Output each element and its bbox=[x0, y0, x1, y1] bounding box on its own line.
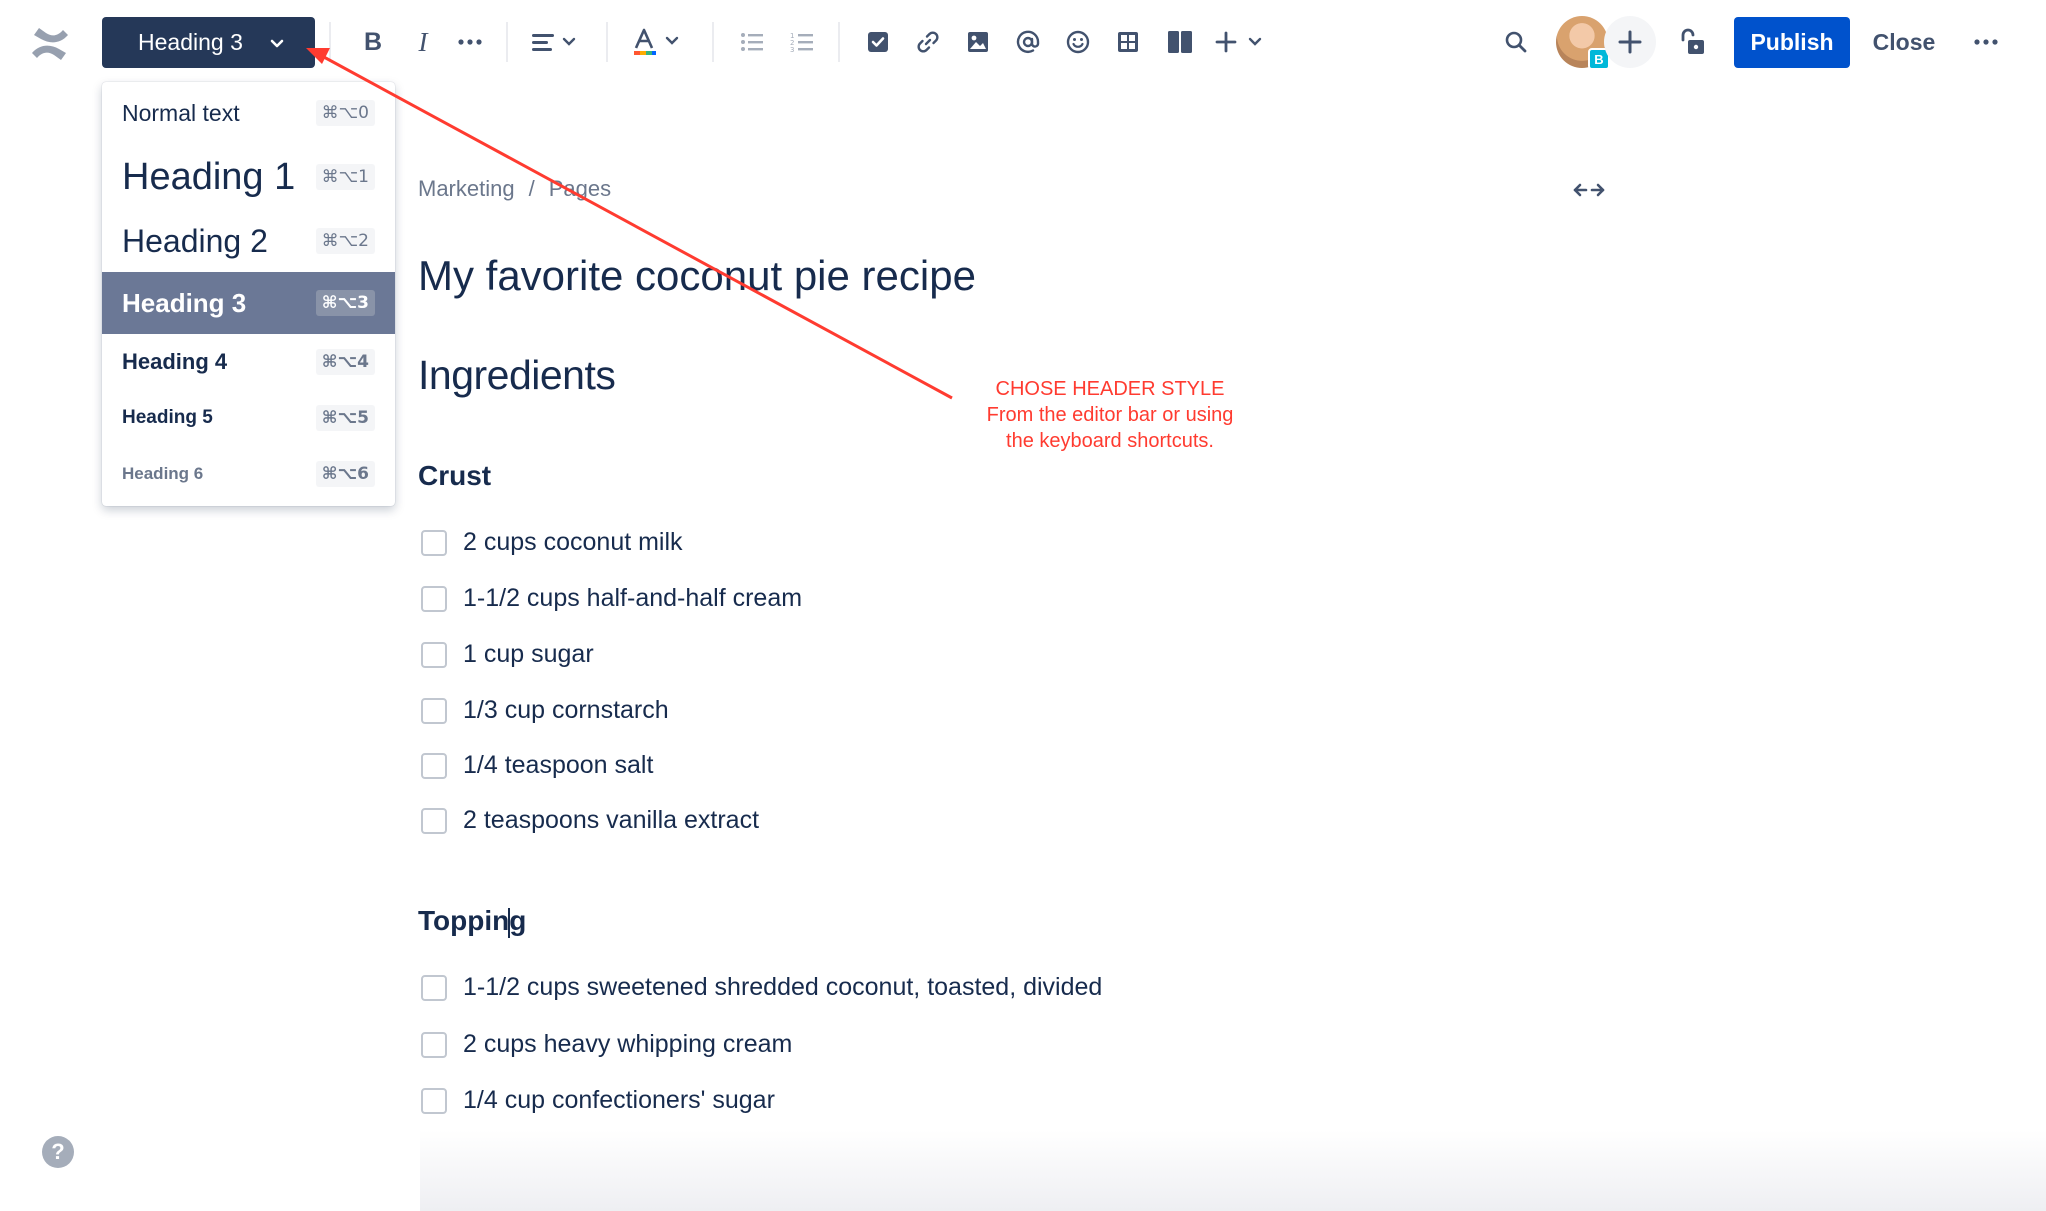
annotation-line: the keyboard shortcuts. bbox=[1006, 430, 1214, 452]
help-icon[interactable]: ? bbox=[42, 1136, 74, 1168]
annotation-callout: CHOSE HEADER STYLE From the editor bar o… bbox=[940, 376, 1280, 454]
annotation-line: CHOSE HEADER STYLE bbox=[995, 378, 1225, 400]
annotation-line: From the editor bar or using bbox=[986, 404, 1234, 426]
annotation-arrow bbox=[306, 48, 953, 400]
